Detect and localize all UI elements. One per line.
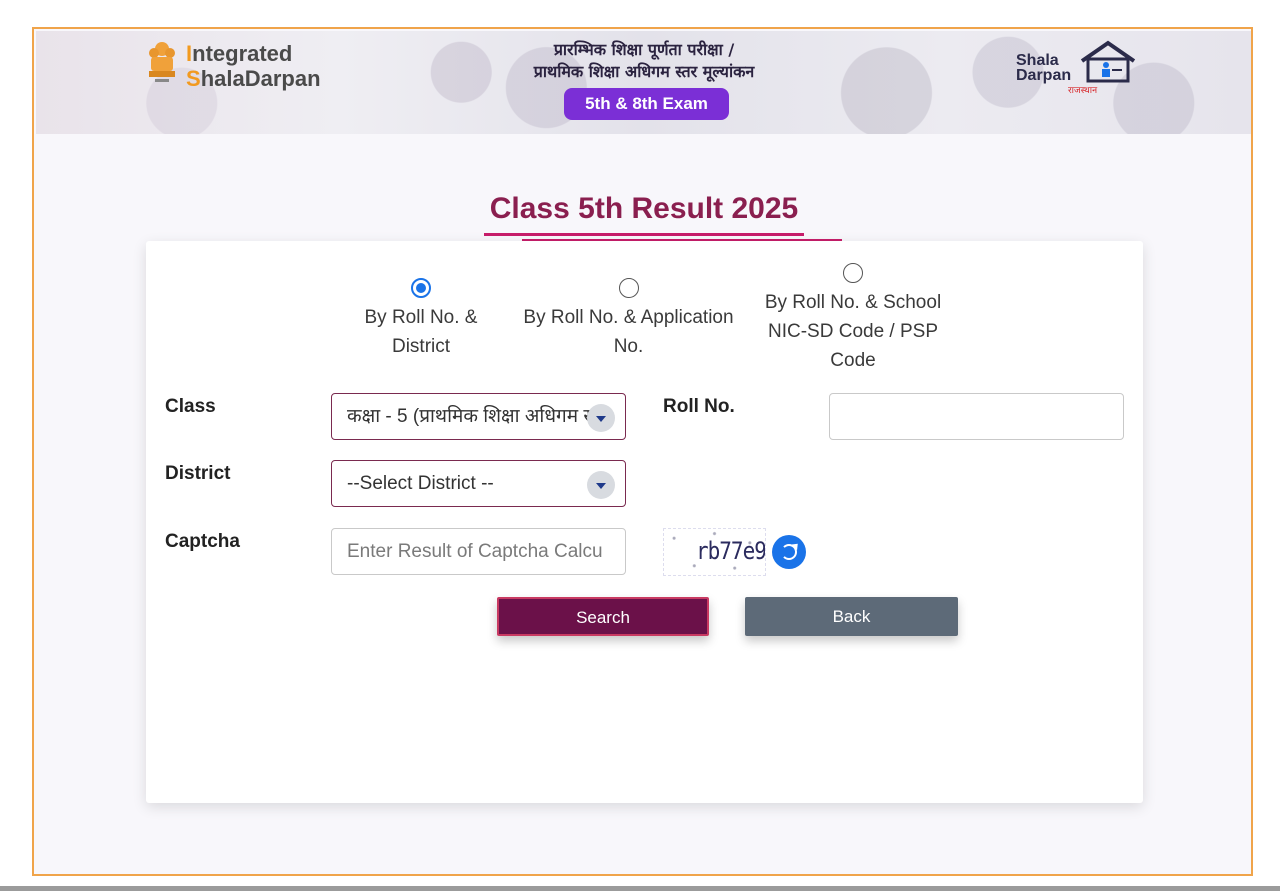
roll-no-label: Roll No.	[663, 396, 735, 417]
school-house-icon	[1080, 40, 1136, 83]
refresh-captcha-icon[interactable]	[772, 535, 806, 569]
captcha-input-placeholder: Enter Result of Captcha Calcu	[347, 541, 603, 562]
header-title-line-1: प्रारम्भिक शिक्षा पूर्णता परीक्षा /	[553, 40, 735, 59]
district-select[interactable]: --Select District --	[331, 460, 626, 507]
logo-line-2: ShalaDarpan	[186, 66, 321, 91]
header-banner: Integrated ShalaDarpan प्रारम्भिक शिक्षा…	[36, 31, 1251, 134]
shaladarpan-logo: Shala Darpan राजस्थान	[1016, 39, 1146, 99]
radio-label-roll-district: By Roll No. & District	[364, 307, 478, 357]
roll-no-input[interactable]	[829, 393, 1124, 440]
sd-logo-line-1: Shala	[1016, 52, 1059, 69]
page-frame: Integrated ShalaDarpan प्रारम्भिक शिक्षा…	[32, 27, 1253, 876]
class-select[interactable]: कक्षा - 5 (प्राथमिक शिक्षा अधिगम स्त	[331, 393, 626, 440]
page-title: Class 5th Result 2025	[489, 192, 799, 225]
chevron-down-icon[interactable]	[587, 471, 615, 499]
header-title-line-2: प्राथमिक शिक्षा अधिगम स्तर मूल्यांकन	[533, 62, 755, 81]
logo-line-1: Integrated	[186, 41, 293, 66]
captcha-image: rb77e9	[663, 528, 766, 576]
class-label: Class	[165, 396, 216, 417]
sd-logo-line-2: Darpan	[1016, 67, 1072, 84]
radio-label-roll-application: By Roll No. & Application No.	[523, 307, 734, 357]
sd-logo-sub: राजस्थान	[1068, 86, 1098, 96]
integrated-shaladarpan-logo: Integrated ShalaDarpan	[186, 41, 321, 91]
chevron-down-icon[interactable]	[587, 404, 615, 432]
radio-button[interactable]	[843, 263, 863, 283]
radio-button[interactable]	[618, 278, 639, 298]
radio-button-checked[interactable]	[411, 278, 431, 298]
district-select-value: --Select District --	[347, 473, 494, 494]
captcha-text: rb77e9	[696, 537, 766, 565]
class-select-value: कक्षा - 5 (प्राथमिक शिक्षा अधिगम स्त	[347, 406, 602, 427]
radio-by-roll-school-code[interactable]: By Roll No. & School NIC-SD Code / PSP C…	[758, 263, 948, 375]
radio-by-roll-application[interactable]: By Roll No. & Application No.	[516, 278, 741, 361]
search-button[interactable]: Search	[497, 597, 709, 636]
national-emblem-icon	[149, 42, 175, 82]
search-form-card: By Roll No. & District By Roll No. & App…	[146, 241, 1143, 803]
exam-badge: 5th & 8th Exam	[564, 88, 729, 120]
header-title: प्रारम्भिक शिक्षा पूर्णता परीक्षा / प्रा…	[494, 39, 794, 83]
district-label: District	[165, 463, 231, 484]
captcha-label: Captcha	[165, 531, 240, 552]
captcha-input[interactable]: Enter Result of Captcha Calcu	[331, 528, 626, 575]
radio-by-roll-district[interactable]: By Roll No. & District	[336, 278, 506, 361]
radio-label-roll-school-code: By Roll No. & School NIC-SD Code / PSP C…	[764, 292, 942, 371]
title-underline	[484, 233, 804, 236]
bottom-divider	[0, 886, 1280, 891]
back-button[interactable]: Back	[745, 597, 958, 636]
